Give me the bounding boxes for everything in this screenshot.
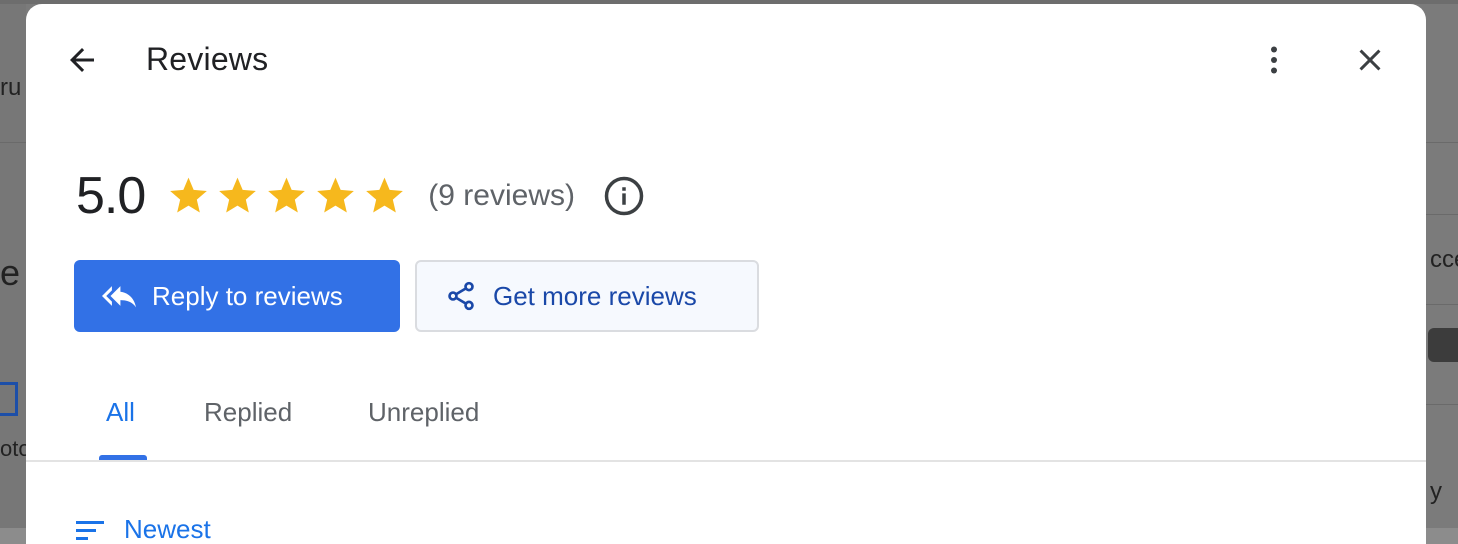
back-button[interactable] — [58, 36, 106, 84]
star-icon — [219, 177, 257, 213]
share-icon — [445, 280, 477, 312]
reply-all-icon — [102, 279, 136, 313]
sort-icon — [76, 518, 106, 542]
reply-to-reviews-label: Reply to reviews — [152, 280, 343, 311]
sort-dropdown[interactable]: Newest — [76, 514, 211, 544]
sort-label: Newest — [124, 514, 211, 544]
star-icon — [366, 177, 404, 213]
arrow-left-icon — [70, 48, 94, 72]
background-divider — [0, 142, 26, 143]
background-text: y — [1430, 478, 1442, 505]
tab-unreplied[interactable]: Unreplied — [368, 397, 479, 428]
background-logo — [1428, 328, 1458, 362]
reviews-dialog: Reviews 5.0 (9 reviews) Reply to reviews… — [26, 4, 1426, 544]
tabs-divider — [26, 460, 1426, 462]
background-divider — [1426, 142, 1458, 143]
background-text: cce — [1430, 246, 1458, 273]
info-icon — [604, 176, 644, 216]
star-rating — [165, 174, 408, 218]
close-button[interactable] — [1346, 36, 1394, 84]
info-button[interactable] — [603, 175, 645, 217]
reply-to-reviews-button[interactable]: Reply to reviews — [74, 260, 400, 332]
more-options-button[interactable] — [1250, 36, 1298, 84]
tab-replied[interactable]: Replied — [204, 397, 292, 428]
dialog-title: Reviews — [146, 41, 269, 77]
review-count: (9 reviews) — [428, 179, 575, 212]
close-icon — [1359, 49, 1381, 71]
background-image-icon — [0, 382, 18, 416]
background-divider — [1426, 304, 1458, 305]
background-text: e — [0, 252, 21, 293]
get-more-reviews-button[interactable]: Get more reviews — [415, 260, 759, 332]
get-more-reviews-label: Get more reviews — [493, 280, 697, 311]
tab-all[interactable]: All — [106, 397, 135, 428]
background-text: ru — [0, 74, 22, 101]
star-icon — [268, 177, 306, 213]
star-icon — [170, 177, 208, 213]
background-divider — [1426, 214, 1458, 215]
more-vert-icon — [1271, 46, 1277, 74]
rating-value: 5.0 — [76, 167, 146, 225]
star-icon — [317, 177, 355, 213]
background-divider — [1426, 404, 1458, 405]
rating-summary: 5.0 (9 reviews) — [76, 166, 645, 226]
